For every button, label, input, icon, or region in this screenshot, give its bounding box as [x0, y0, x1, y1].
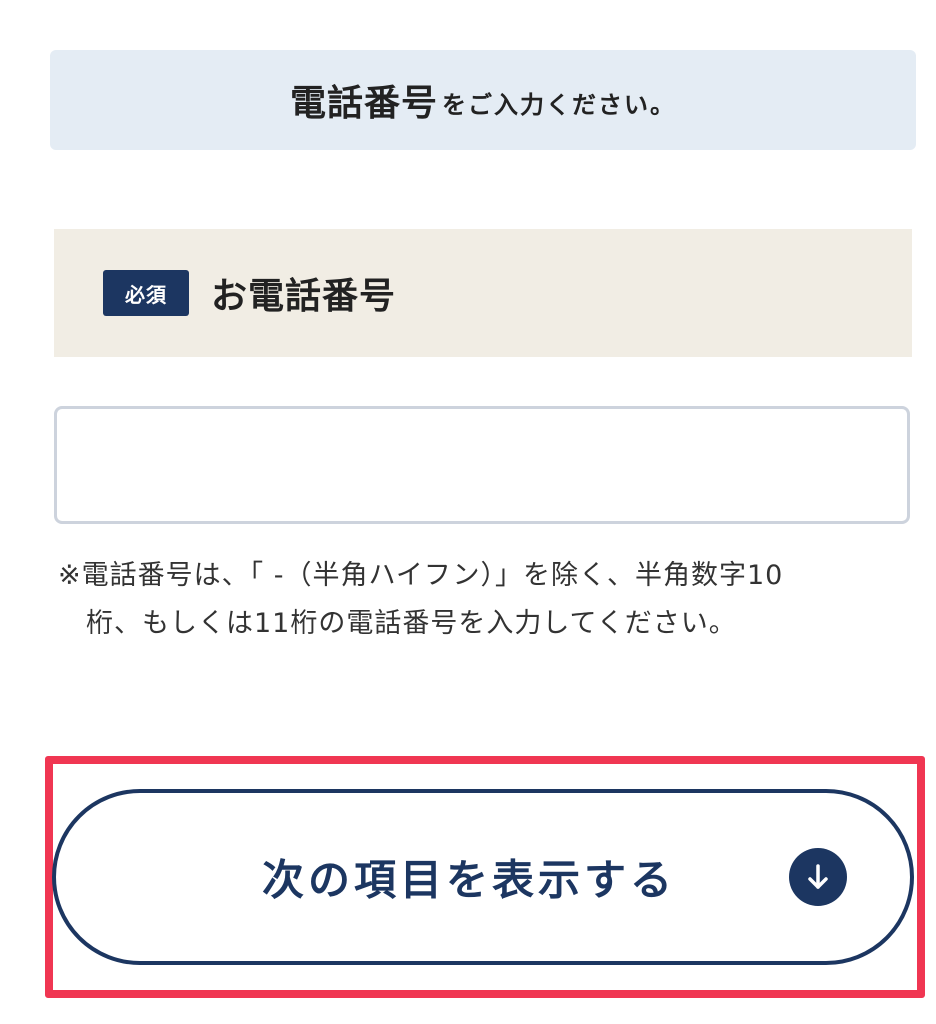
- arrow-down-circle-icon: [789, 848, 847, 906]
- instruction-emphasis: 電話番号: [289, 83, 438, 124]
- phone-number-input[interactable]: [54, 406, 910, 524]
- instruction-banner: 電話番号 をご入力ください。: [50, 50, 916, 150]
- note-line-1: ※電話番号は、「 -（半角ハイフン）」を除く、半角数字10: [58, 560, 784, 591]
- instruction-text: をご入力ください。: [442, 90, 676, 119]
- note-line-2: 桁、もしくは11桁の電話番号を入力してください。: [86, 608, 737, 639]
- arrow-down-icon: [808, 864, 828, 889]
- phone-field-header: 必須 お電話番号: [54, 229, 912, 357]
- show-next-item-button[interactable]: 次の項目を表示する: [52, 789, 914, 965]
- phone-format-note: ※電話番号は、「 -（半角ハイフン）」を除く、半角数字10 桁、もしくは11桁の…: [58, 552, 898, 648]
- next-button-label: 次の項目を表示する: [262, 855, 677, 905]
- required-badge: 必須: [103, 270, 189, 316]
- phone-field-label: お電話番号: [211, 276, 397, 317]
